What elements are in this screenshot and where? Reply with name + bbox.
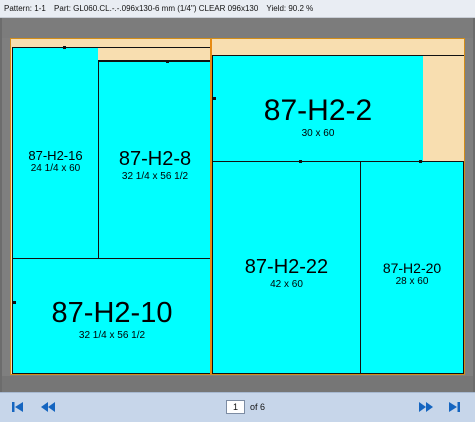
cutting-canvas: 87-H2-16 24 1/4 x 60 87-H2-8 32 1/4 x 56… (0, 18, 475, 392)
piece-87-h2-8[interactable]: 87-H2-8 32 1/4 x 56 1/2 (98, 61, 212, 259)
piece-id: 87-H2-16 (28, 148, 83, 163)
page-number-input[interactable]: 1 (226, 400, 245, 414)
piece-dimensions: 28 x 60 (395, 276, 429, 287)
piece-id: 87-H2-22 (244, 256, 329, 278)
pattern-header: Pattern: 1-1 Part: GL060.CL.-.-.096x130-… (0, 0, 475, 18)
piece-87-h2-10[interactable]: 87-H2-10 32 1/4 x 56 1/2 (12, 258, 212, 374)
marker-dot (63, 46, 66, 49)
cut-line (210, 39, 212, 374)
piece-87-h2-20[interactable]: 87-H2-20 28 x 60 (360, 161, 464, 374)
navigation-toolbar: 1 of 6 (0, 392, 475, 422)
piece-dimensions: 24 1/4 x 60 (30, 163, 81, 174)
glass-sheet: 87-H2-16 24 1/4 x 60 87-H2-8 32 1/4 x 56… (10, 38, 465, 375)
scrap-strip (423, 55, 464, 162)
previous-page-button[interactable] (40, 399, 56, 415)
last-page-button[interactable] (446, 399, 462, 415)
piece-id: 87-H2-8 (118, 148, 192, 170)
piece-dimensions: 42 x 60 (270, 279, 303, 290)
next-page-icon (419, 402, 433, 412)
piece-id: 87-H2-10 (51, 297, 173, 329)
part-description: Part: GL060.CL.-.-.096x130-6 mm (1/4") C… (54, 4, 259, 13)
previous-page-icon (41, 402, 55, 412)
yield-value: Yield: 90.2 % (266, 4, 314, 13)
piece-id: 87-H2-20 (382, 260, 442, 276)
marker-dot (213, 97, 216, 100)
piece-87-h2-2[interactable]: 87-H2-2 30 x 60 (212, 55, 424, 162)
marker-dot (166, 60, 169, 63)
scrap-strip (98, 47, 212, 61)
pattern-number: Pattern: 1-1 (4, 4, 46, 13)
marker-dot (13, 301, 16, 304)
canvas-bottom-margin (2, 376, 473, 392)
marker-dot (419, 160, 422, 163)
piece-87-h2-16[interactable]: 87-H2-16 24 1/4 x 60 (12, 47, 99, 259)
piece-dimensions: 32 1/4 x 56 1/2 (78, 330, 146, 341)
piece-dimensions: 30 x 60 (301, 128, 335, 139)
canvas-top-margin (2, 18, 473, 38)
piece-87-h2-22[interactable]: 87-H2-22 42 x 60 (212, 161, 361, 374)
next-page-button[interactable] (418, 399, 434, 415)
piece-dimensions: 32 1/4 x 56 1/2 (121, 171, 189, 182)
first-page-button[interactable] (10, 399, 26, 415)
first-page-icon (12, 402, 23, 412)
marker-dot (299, 160, 302, 163)
piece-id: 87-H2-2 (263, 94, 373, 127)
page-count-label: of 6 (250, 402, 266, 412)
last-page-icon (449, 402, 460, 412)
